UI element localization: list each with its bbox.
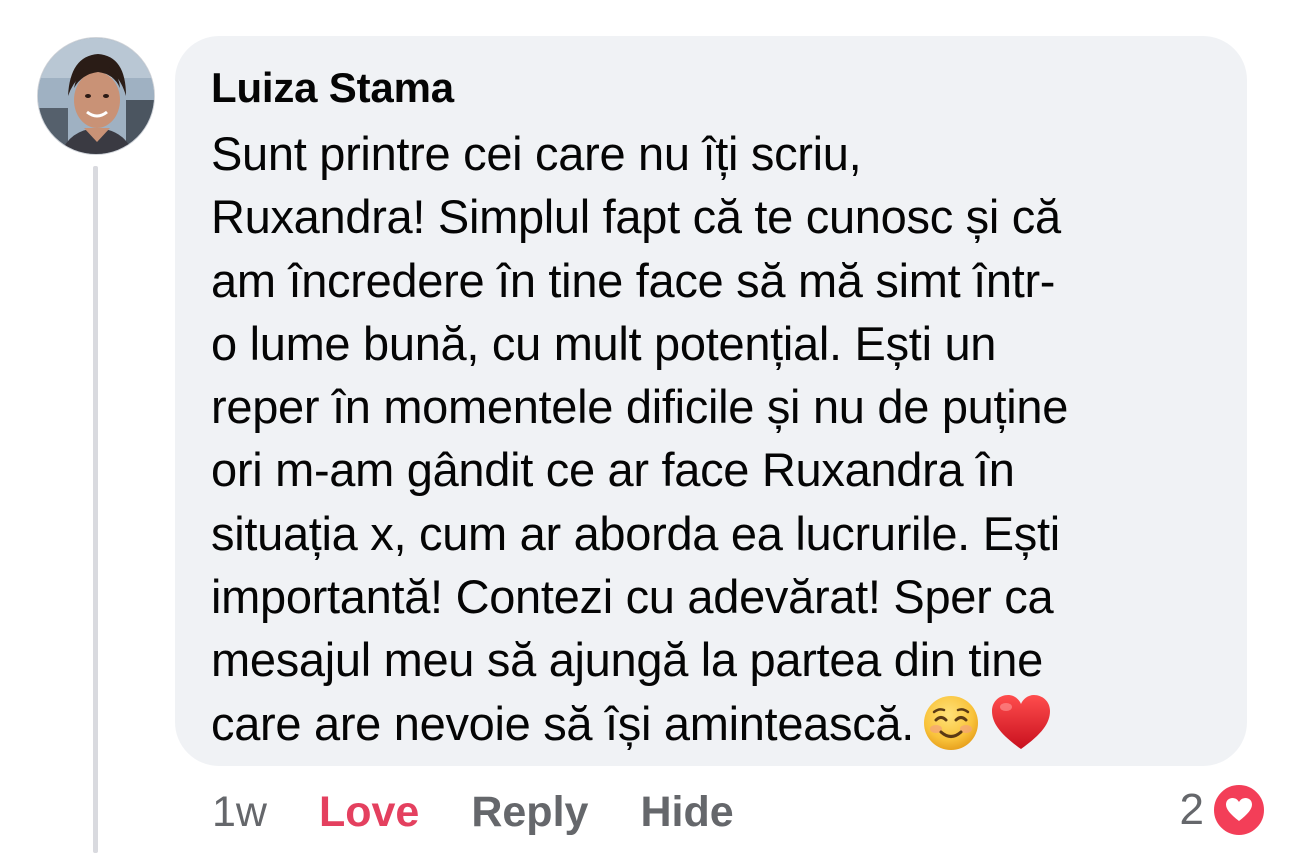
comment-bubble: Luiza Stama Sunt printre cei care nu îți… bbox=[175, 36, 1247, 766]
comment-text: Sunt printre cei care nu îți scriu, Ruxa… bbox=[211, 122, 1211, 755]
comment-actions: 1w Love Reply Hide bbox=[212, 782, 786, 842]
comment-body: Sunt printre cei care nu îți scriu, Ruxa… bbox=[211, 127, 1069, 750]
comment-page: Luiza Stama Sunt printre cei care nu îți… bbox=[0, 0, 1290, 853]
love-reaction-icon bbox=[1210, 781, 1268, 839]
reaction-summary[interactable]: 2 bbox=[1180, 780, 1268, 840]
avatar[interactable] bbox=[37, 37, 155, 155]
smiling-face-emoji-icon bbox=[924, 695, 978, 750]
reaction-count: 2 bbox=[1179, 785, 1204, 834]
reply-button[interactable]: Reply bbox=[471, 788, 588, 837]
hide-button[interactable]: Hide bbox=[640, 788, 733, 837]
comment-timestamp[interactable]: 1w bbox=[212, 788, 267, 837]
comment-author[interactable]: Luiza Stama bbox=[211, 62, 1211, 114]
love-button[interactable]: Love bbox=[319, 788, 419, 837]
red-heart-emoji-icon bbox=[992, 694, 1050, 749]
thread-line bbox=[93, 166, 98, 853]
